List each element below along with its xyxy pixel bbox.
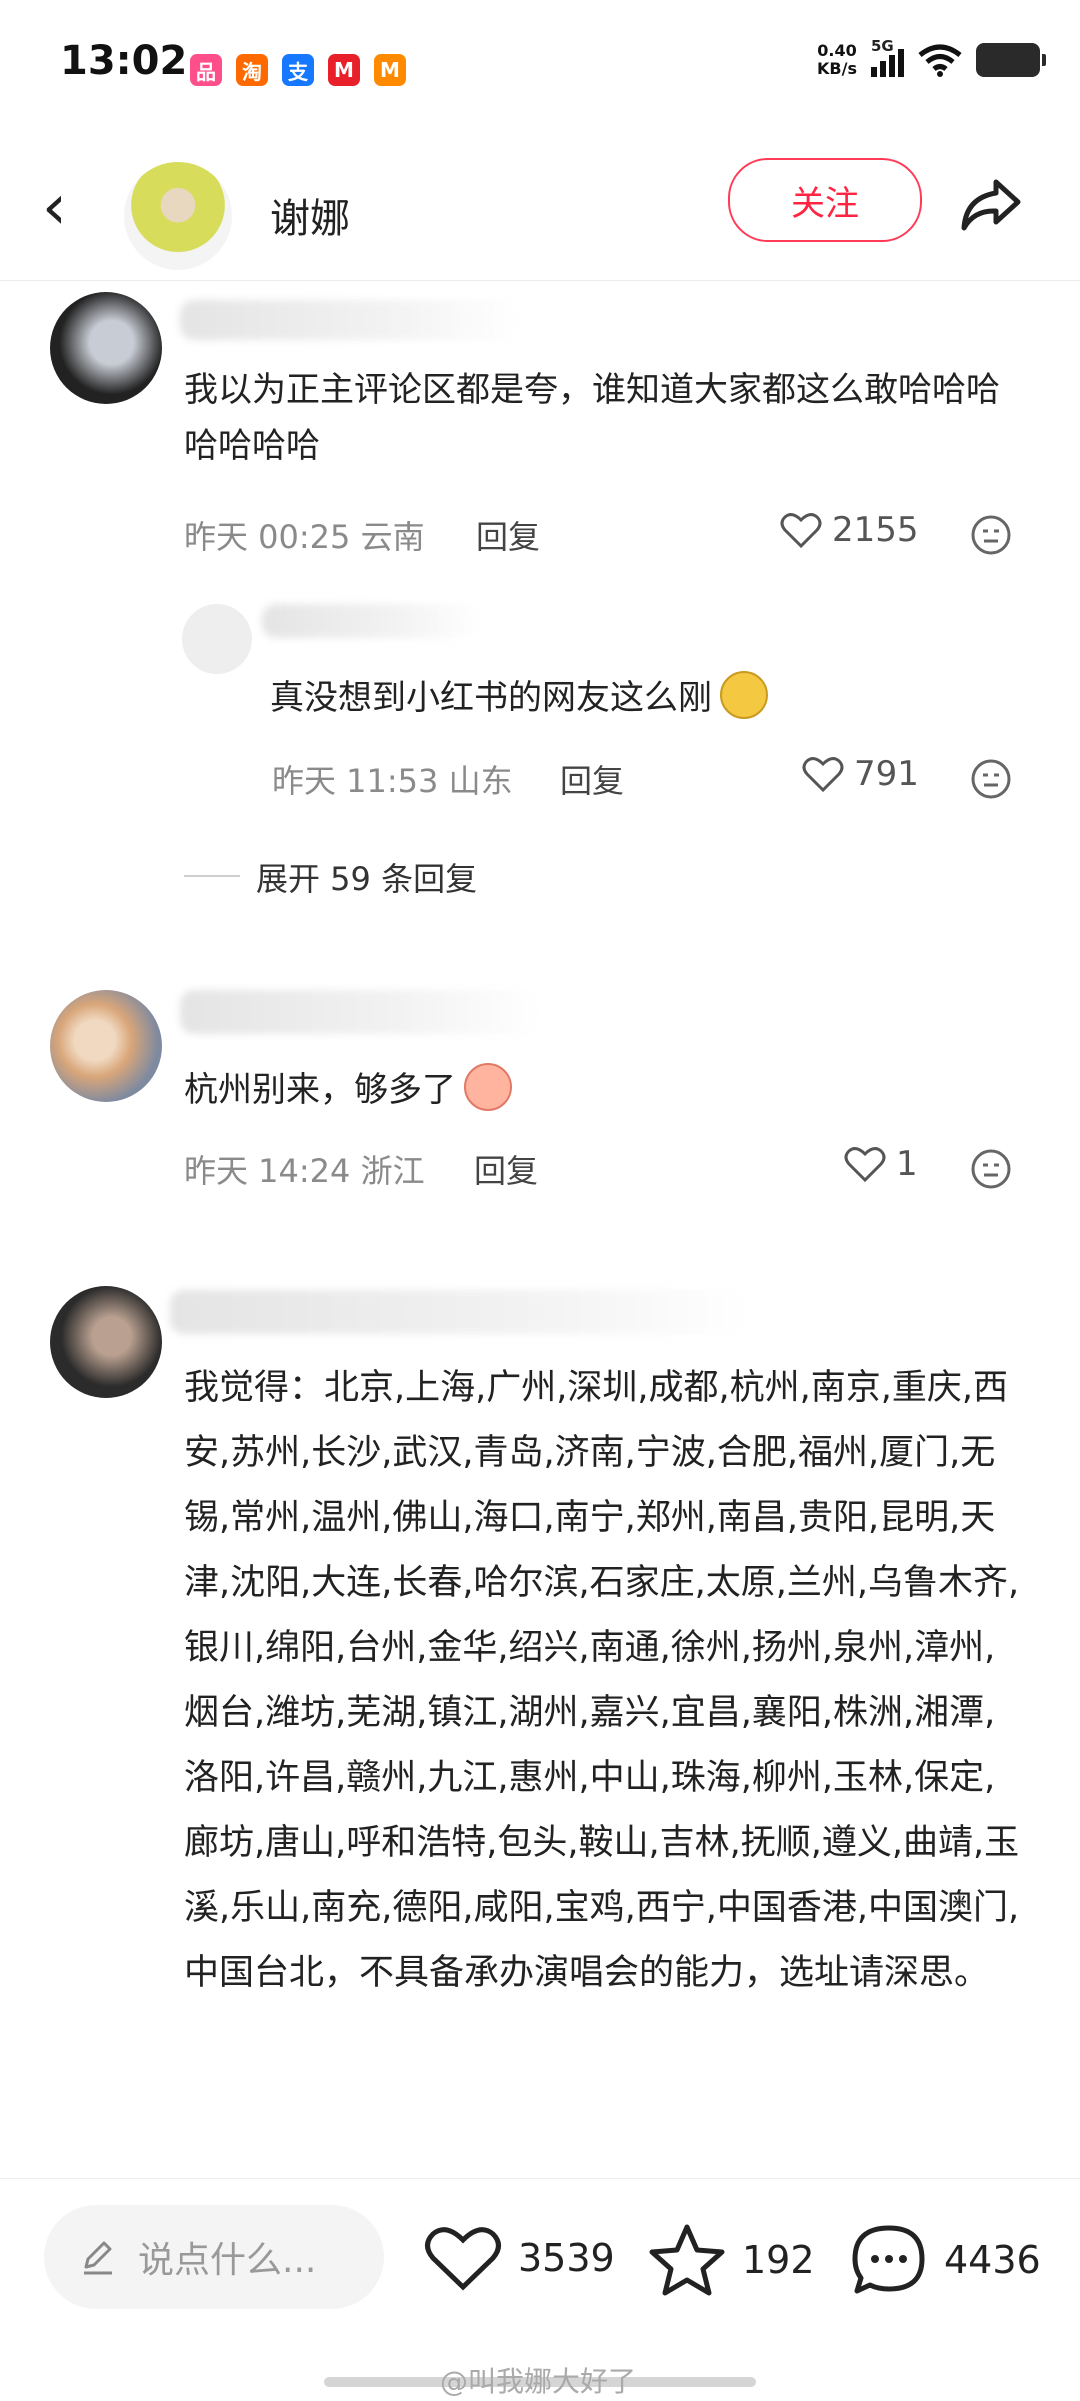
top-nav: ‹ 谢娜 关注: [0, 140, 1080, 281]
comment-meta: 昨天 00:25 云南: [184, 518, 425, 556]
username-blurred: [170, 1290, 750, 1334]
dislike-icon[interactable]: [970, 758, 1012, 800]
heart-icon: [844, 1147, 886, 1183]
comment-count-button[interactable]: 4436: [850, 2223, 1041, 2297]
status-indicators: 0.40 KB/s 5G: [817, 37, 1046, 78]
input-placeholder: 说点什么...: [138, 2240, 317, 2281]
scroll-fade: [0, 2150, 1080, 2178]
reply-button[interactable]: 回复: [560, 756, 624, 802]
like-count: 2155: [832, 510, 919, 550]
reply-button[interactable]: 回复: [474, 1146, 538, 1192]
like-button[interactable]: 1: [844, 1144, 918, 1184]
watermark: @叫我娜大好了: [440, 2365, 637, 2398]
heart-icon: [780, 513, 822, 549]
username-blurred: [180, 300, 520, 340]
app-icon-m2: M: [374, 54, 406, 86]
back-button[interactable]: ‹: [42, 176, 67, 238]
reply-text: 真没想到小红书的网友这么刚: [270, 678, 712, 718]
app-icon-pinduoduo: 品: [190, 54, 222, 86]
like-count: 3539: [518, 2236, 615, 2280]
like-button[interactable]: 791: [802, 754, 919, 794]
dislike-icon[interactable]: [970, 514, 1012, 556]
comment-count: 4436: [944, 2238, 1041, 2282]
heart-icon: [802, 757, 844, 793]
author-name[interactable]: 谢娜: [270, 186, 350, 244]
wifi-icon: [918, 44, 962, 77]
app-icon-alipay: 支: [282, 54, 314, 86]
dislike-icon[interactable]: [970, 1148, 1012, 1190]
star-icon: [649, 2224, 725, 2296]
chat-bubble-icon: [852, 2225, 925, 2294]
status-time: 13:02: [60, 38, 188, 84]
reply-text-row: 真没想到小红书的网友这么刚: [270, 670, 768, 719]
heart-icon: [425, 2227, 501, 2291]
like-post-button[interactable]: 3539: [424, 2223, 615, 2293]
expand-replies-button[interactable]: 展开 59 条回复: [256, 854, 477, 900]
battery-icon: [976, 43, 1046, 77]
comment-text-row: 杭州别来，够多了: [184, 1062, 512, 1111]
expand-divider: [184, 875, 240, 877]
like-count: 1: [896, 1144, 918, 1184]
avatar[interactable]: [50, 990, 162, 1102]
reply-button[interactable]: 回复: [476, 512, 540, 558]
net-speed: 0.40 KB/s: [817, 41, 857, 78]
follow-button[interactable]: 关注: [728, 158, 922, 242]
collect-count: 192: [742, 2238, 815, 2282]
like-count: 791: [854, 754, 919, 794]
app-icon-taobao: 淘: [236, 54, 268, 86]
dog-emoji-icon: [720, 670, 768, 719]
comment-input[interactable]: 说点什么...: [44, 2205, 384, 2309]
comment-text: 我以为正主评论区都是夸，谁知道大家都这么敢哈哈哈哈哈哈哈: [184, 370, 1000, 466]
signal-label: 5G: [871, 37, 894, 55]
like-button[interactable]: 2155: [780, 510, 919, 550]
pen-icon: [84, 2241, 112, 2275]
share-icon[interactable]: [956, 170, 1026, 240]
username-blurred: [180, 990, 540, 1034]
author-avatar[interactable]: [124, 162, 232, 270]
collect-button[interactable]: 192: [648, 2223, 815, 2297]
comment-text: 杭州别来，够多了: [184, 1070, 456, 1110]
reply-meta: 昨天 11:53 山东: [272, 762, 513, 800]
comment-text: 我觉得：北京,上海,广州,深圳,成都,杭州,南京,重庆,西安,苏州,长沙,武汉,…: [184, 1368, 1020, 1993]
comment-meta: 昨天 14:24 浙江: [184, 1152, 425, 1190]
username-blurred: [262, 604, 482, 638]
signal-icon: 5G: [871, 37, 904, 77]
app-icon-m: M: [328, 54, 360, 86]
peach-emoji-icon: [464, 1062, 512, 1111]
avatar[interactable]: [50, 1286, 162, 1398]
avatar[interactable]: [182, 604, 252, 674]
avatar[interactable]: [50, 292, 162, 404]
